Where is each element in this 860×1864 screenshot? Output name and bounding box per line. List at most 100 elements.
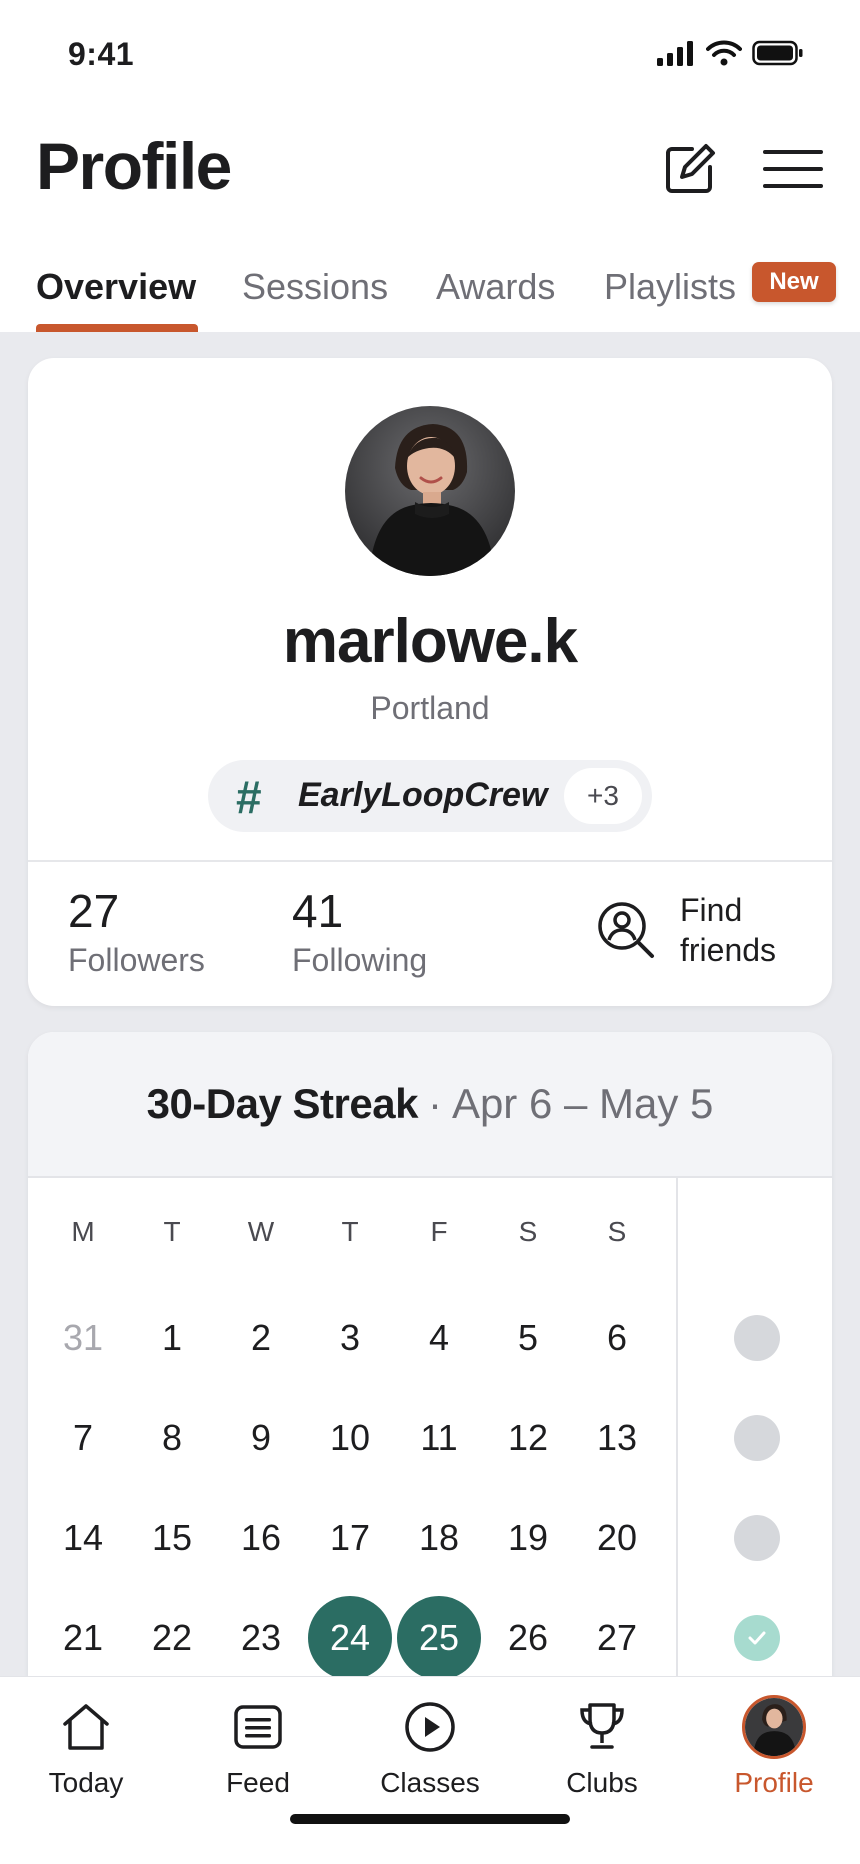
avatar[interactable] [345, 406, 515, 576]
calendar-day[interactable]: 8 [130, 1396, 214, 1480]
calendar-day[interactable]: 2 [219, 1296, 303, 1380]
streak-title: 30-Day Streak [146, 1080, 419, 1127]
week-complete-check-icon [734, 1615, 780, 1661]
trophy-icon [580, 1703, 624, 1749]
home-icon [63, 1704, 109, 1750]
weekday-label: S [518, 1216, 538, 1247]
calendar-day[interactable]: 23 [219, 1596, 303, 1680]
weekday-label: W [247, 1216, 275, 1247]
calendar-day[interactable]: 16 [219, 1496, 303, 1580]
calendar-day[interactable]: 14 [41, 1496, 125, 1580]
page-title: Profile [36, 129, 232, 203]
calendar-day[interactable]: 27 [575, 1596, 659, 1680]
tab-awards[interactable]: Awards [436, 266, 555, 308]
followers-label: Followers [68, 942, 205, 978]
calendar-day[interactable]: 20 [575, 1496, 659, 1580]
find-friends-line1: Find [680, 892, 743, 928]
calendar-day[interactable]: 13 [575, 1396, 659, 1480]
new-badge: New [752, 262, 836, 302]
hashtag-icon: # [236, 771, 262, 823]
calendar-day[interactable]: 15 [130, 1496, 214, 1580]
calendar-day[interactable]: 5 [486, 1296, 570, 1380]
following-label: Following [292, 942, 428, 978]
status-icons [656, 40, 804, 66]
top-area: 9:41 Profile Overview Sessions Awards Pl… [0, 0, 860, 332]
more-tags-count[interactable]: +3 [564, 768, 642, 824]
nav-classes[interactable]: Classes [344, 1693, 516, 1813]
calendar-day[interactable]: 25 [397, 1596, 481, 1680]
nav-classes-label: Classes [380, 1767, 480, 1798]
weekday-label: M [71, 1216, 95, 1247]
nav-clubs[interactable]: Clubs [516, 1693, 688, 1813]
tab-playlists[interactable]: Playlists [604, 266, 736, 308]
find-friends-button[interactable]: Find friends [596, 890, 776, 970]
calendar-day[interactable]: 18 [397, 1496, 481, 1580]
calendar-day[interactable]: 17 [308, 1496, 392, 1580]
nav-feed[interactable]: Feed [172, 1693, 344, 1813]
profile-card: marlowe.k Portland # EarlyLoopCrew +3 27… [28, 358, 832, 1006]
week-status-dot [734, 1415, 780, 1461]
bottom-nav: Today Feed Classes Clubs Profile [0, 1676, 860, 1864]
following-count: 41 [292, 885, 344, 937]
username: marlowe.k [282, 607, 578, 676]
feed-icon [234, 1705, 282, 1749]
calendar-day[interactable]: 4 [397, 1296, 481, 1380]
weekday-label: T [163, 1216, 181, 1247]
weekday-label: T [341, 1216, 359, 1247]
streak-separator: · [427, 1080, 442, 1127]
week-status-dot [734, 1315, 780, 1361]
nav-feed-label: Feed [226, 1767, 290, 1798]
streak-range: Apr 6 – May 5 [451, 1080, 714, 1127]
location: Portland [370, 690, 490, 726]
calendar-day[interactable]: 1 [130, 1296, 214, 1380]
find-friends-icon [598, 902, 654, 958]
calendar-day[interactable]: 31 [41, 1296, 125, 1380]
tab-sessions[interactable]: Sessions [242, 266, 388, 308]
find-friends-label: Find friends [680, 890, 776, 970]
calendar-day[interactable]: 26 [486, 1596, 570, 1680]
calendar-day[interactable]: 3 [308, 1296, 392, 1380]
calendar-day[interactable]: 12 [486, 1396, 570, 1480]
tab-bar: Overview Sessions Awards Playlists [0, 258, 860, 332]
nav-profile[interactable]: Profile [688, 1693, 860, 1813]
calendar-day[interactable]: 10 [308, 1396, 392, 1480]
nav-clubs-label: Clubs [566, 1767, 638, 1798]
calendar-day[interactable]: 11 [397, 1396, 481, 1480]
edit-profile-button[interactable] [655, 134, 725, 204]
find-friends-line2: friends [680, 932, 777, 968]
menu-button[interactable] [758, 134, 828, 204]
calendar-day[interactable]: 22 [130, 1596, 214, 1680]
weekday-label: S [607, 1216, 627, 1247]
compose-icon [666, 144, 715, 193]
followers-stat[interactable]: 27 Followers [68, 884, 205, 979]
avatar [742, 1695, 806, 1759]
calendar-day[interactable]: 7 [41, 1396, 125, 1480]
avatar-photo [345, 406, 515, 576]
divider [28, 860, 832, 862]
calendar-day[interactable]: 6 [575, 1296, 659, 1380]
followers-count: 27 [68, 885, 120, 937]
home-indicator [290, 1814, 570, 1824]
calendar-day[interactable]: 19 [486, 1496, 570, 1580]
nav-today-label: Today [48, 1767, 124, 1798]
play-circle-icon [405, 1702, 455, 1752]
cellular-signal-icon [657, 41, 693, 66]
club-tag-pill[interactable]: # EarlyLoopCrew +3 [208, 760, 652, 832]
status-bar: 9:41 [0, 0, 860, 110]
battery-icon [752, 40, 803, 66]
active-tab-indicator [36, 324, 198, 332]
streak-header: 30-Day Streak · Apr 6 – May 5 [28, 1032, 832, 1178]
week-status-dot [734, 1515, 780, 1561]
calendar-day[interactable]: 9 [219, 1396, 303, 1480]
following-stat[interactable]: 41 Following [292, 884, 427, 979]
status-time: 9:41 [68, 36, 135, 72]
wifi-icon [706, 40, 742, 66]
nav-profile-label: Profile [734, 1767, 814, 1798]
hamburger-menu-icon [763, 150, 823, 188]
calendar-day[interactable]: 24 [308, 1596, 392, 1680]
weekday-label: F [430, 1216, 448, 1247]
calendar-day[interactable]: 21 [41, 1596, 125, 1680]
tab-overview[interactable]: Overview [36, 266, 196, 308]
nav-today[interactable]: Today [0, 1693, 172, 1813]
club-tag-name: EarlyLoopCrew [298, 776, 548, 814]
